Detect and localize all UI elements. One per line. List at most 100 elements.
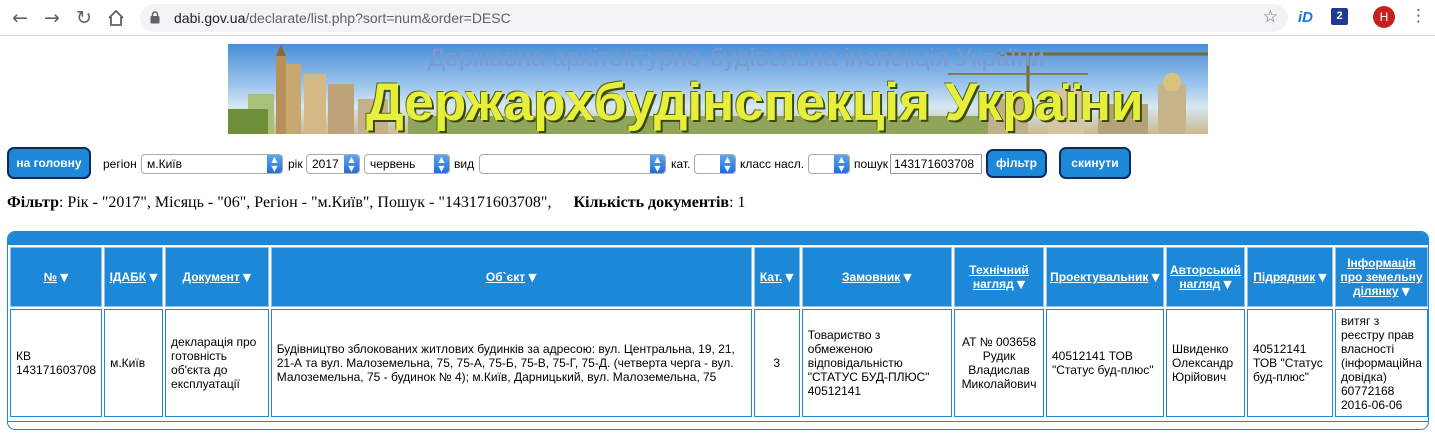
profile-avatar[interactable]: H [1373, 6, 1395, 28]
bookmark-star-icon[interactable]: ☆ [1263, 7, 1278, 27]
sort-desc-icon[interactable]: ▼ [243, 271, 251, 284]
cell-category: 3 [753, 309, 800, 417]
tech-supervision-cert: АТ № 003658 [962, 335, 1036, 349]
cell-number-prefix: КВ [16, 349, 31, 363]
cell-contractor: 40512141 ТОВ "Статус буд-плюс" [1247, 309, 1333, 417]
home-button[interactable]: на головну [7, 147, 91, 179]
type-label: вид [454, 157, 475, 171]
menu-kebab-icon[interactable]: ⋮ [1410, 6, 1427, 26]
select-arrows-icon: ▲ ▼ [344, 155, 359, 173]
cell-customer: Товариство з обмеженою відповідальністю … [801, 309, 953, 417]
table-bottom-bar [8, 421, 1428, 429]
month-select-value: червень [370, 157, 416, 171]
col-header-designer[interactable]: Проектувальник ▼ [1045, 247, 1164, 307]
col-header-customer-link[interactable]: Замовник [842, 270, 900, 284]
col-header-object[interactable]: Об`єкт ▼ [270, 247, 752, 307]
region-select[interactable]: м.Київ ▲ ▼ [141, 154, 283, 174]
site-banner: Державна архітектурно-будівельна інспекц… [228, 44, 1208, 134]
year-select[interactable]: 2017 ▲ ▼ [306, 154, 360, 174]
class-select[interactable]: ▲ ▼ [808, 154, 850, 174]
address-bar[interactable]: dabi.gov.ua/declarate/list.php?sort=num&… [140, 4, 1288, 32]
region-select-value: м.Київ [147, 157, 182, 171]
select-arrows-icon: ▲ ▼ [720, 155, 735, 173]
category-select[interactable]: ▲ ▼ [694, 154, 736, 174]
sort-desc-icon[interactable]: ▼ [1151, 271, 1159, 284]
cell-tech-supervision: АТ № 003658 Рудик Владислав Миколайович [954, 309, 1044, 417]
select-arrows-icon: ▲ ▼ [650, 155, 665, 173]
search-input[interactable]: 143171603708 [890, 154, 982, 174]
sort-desc-icon[interactable]: ▼ [1402, 285, 1410, 298]
month-select[interactable]: червень ▲ ▼ [364, 154, 450, 174]
forward-icon[interactable]: → [40, 6, 64, 30]
results-table: № ▼ ІДАБК ▼ Документ ▼ Об`єкт ▼ Кат. ▼ Замовн… [8, 245, 1428, 419]
browser-toolbar: ← → ↻ dabi.gov.ua/declarate/list.php?sor… [0, 0, 1435, 36]
sort-desc-icon[interactable]: ▼ [1318, 271, 1326, 284]
extension-id-icon[interactable]: iD [1298, 9, 1313, 26]
sort-desc-icon[interactable]: ▼ [1017, 278, 1025, 291]
cell-document: декларація про готовність об'єкта до екс… [165, 309, 269, 417]
type-select[interactable]: ▲ ▼ [479, 154, 666, 174]
col-header-contractor-link[interactable]: Підрядник [1253, 270, 1315, 284]
col-header-customer[interactable]: Замовник ▼ [801, 247, 953, 307]
sort-desc-icon[interactable]: ▼ [149, 271, 157, 284]
banner-title: Держархбудінспекція України [366, 73, 1144, 132]
col-header-land-info-link-2[interactable]: про земельну [1340, 270, 1422, 284]
col-header-number-link[interactable]: № [44, 270, 57, 284]
results-table-container: № ▼ ІДАБК ▼ Документ ▼ Об`єкт ▼ Кат. ▼ Замовн… [7, 231, 1429, 430]
col-header-document[interactable]: Документ ▼ [165, 247, 269, 307]
cell-number: КВ 143171603708 [10, 309, 103, 417]
table-header-row: № ▼ ІДАБК ▼ Документ ▼ Об`єкт ▼ Кат. ▼ Замовн… [10, 247, 1428, 307]
select-arrows-icon: ▲ ▼ [434, 155, 449, 173]
cell-object: Будівництво зблокованих житлових будинкі… [270, 309, 752, 417]
tech-supervision-surname: Рудик [982, 349, 1016, 363]
sort-desc-icon[interactable]: ▼ [1223, 278, 1231, 291]
col-header-contractor[interactable]: Підрядник ▼ [1247, 247, 1333, 307]
home-icon[interactable] [104, 6, 128, 30]
back-icon[interactable]: ← [8, 6, 32, 30]
col-header-category-link[interactable]: Кат. [760, 270, 782, 284]
col-header-tech-supervision-link-2[interactable]: нагляд [973, 277, 1014, 291]
sort-desc-icon[interactable]: ▼ [785, 271, 793, 284]
cell-land-info: витяг з реєстру прав власності (інформац… [1334, 309, 1428, 417]
sort-desc-icon[interactable]: ▼ [60, 271, 68, 284]
select-arrows-icon: ▲ ▼ [267, 155, 282, 173]
document-count-label: Кількість документів [573, 194, 730, 211]
col-header-land-info-link-3[interactable]: ділянку [1353, 284, 1399, 298]
col-header-author-supervision-link-2[interactable]: нагляд [1179, 277, 1220, 291]
lock-icon [150, 11, 160, 24]
region-label: регіон [103, 157, 137, 171]
col-header-category[interactable]: Кат. ▼ [753, 247, 800, 307]
col-header-tech-supervision-link[interactable]: Технічний [969, 263, 1028, 277]
filter-button[interactable]: фільтр [986, 149, 1047, 178]
cell-number-value: 143171603708 [16, 363, 97, 377]
col-header-number[interactable]: № ▼ [10, 247, 103, 307]
col-header-author-supervision[interactable]: Авторський нагляд ▼ [1165, 247, 1246, 307]
banner-subtitle: Державна архітектурно-будівельна інспекц… [428, 44, 1045, 72]
tech-supervision-name: Владислав [968, 363, 1030, 377]
reset-button[interactable]: скинути [1059, 147, 1131, 179]
reload-icon[interactable]: ↻ [72, 6, 96, 30]
col-header-land-info[interactable]: Інформація про земельну ділянку ▼ [1334, 247, 1428, 307]
url-text: dabi.gov.ua/declarate/list.php?sort=num&… [174, 10, 511, 26]
table-top-bar [8, 232, 1428, 245]
year-select-value: 2017 [312, 157, 339, 171]
col-header-idabk[interactable]: ІДАБК ▼ [104, 247, 164, 307]
sort-desc-icon[interactable]: ▼ [528, 271, 536, 284]
cell-designer: 40512141 ТОВ "Статус буд-плюс" [1045, 309, 1164, 417]
document-count-value: : 1 [729, 194, 746, 211]
col-header-document-link[interactable]: Документ [183, 270, 240, 284]
table-row: КВ 143171603708 м.Київ декларація про гот… [10, 309, 1428, 417]
cell-idabk: м.Київ [104, 309, 164, 417]
year-label: рік [288, 157, 303, 171]
cell-author-supervision: Швиденко Олександр Юрійович [1165, 309, 1246, 417]
select-arrows-icon: ▲ ▼ [834, 155, 849, 173]
col-header-land-info-link[interactable]: Інформація [1347, 256, 1416, 270]
col-header-tech-supervision[interactable]: Технічний нагляд ▼ [954, 247, 1044, 307]
col-header-designer-link[interactable]: Проектувальник [1050, 270, 1148, 284]
sort-desc-icon[interactable]: ▼ [903, 271, 911, 284]
col-header-author-supervision-link[interactable]: Авторський [1170, 263, 1241, 277]
extension-icon[interactable]: 2 [1331, 8, 1348, 25]
col-header-object-link[interactable]: Об`єкт [486, 270, 525, 284]
search-label: пошук [854, 157, 889, 171]
col-header-idabk-link[interactable]: ІДАБК [110, 270, 147, 284]
